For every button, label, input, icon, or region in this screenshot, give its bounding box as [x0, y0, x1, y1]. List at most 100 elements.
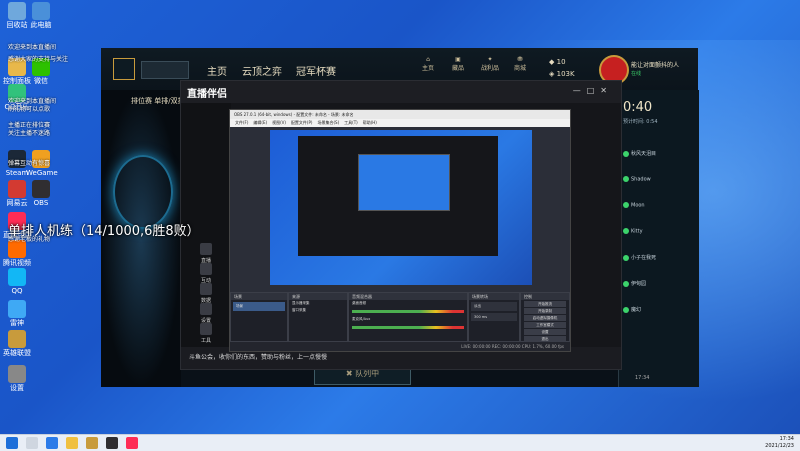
friend-item[interactable]: Shadow [623, 176, 651, 183]
app-icon [32, 2, 50, 20]
app-icon [8, 300, 26, 318]
live-assistant-title: 直播伴侣 [187, 89, 227, 100]
audio-mixer-dock[interactable]: 音频混合器 桌面音频 麦克风/Aux [348, 292, 468, 342]
live-assistant-header: 直播伴侣 —□✕ [181, 81, 621, 103]
start-icon[interactable] [6, 437, 18, 449]
play-button[interactable] [141, 61, 189, 79]
obs-nested-preview [298, 136, 498, 256]
desktop-icon-label: 此电脑 [30, 21, 52, 29]
obs-menu-item[interactable]: 帮助(H) [363, 120, 377, 125]
app-icon [8, 268, 26, 286]
obs-control-button[interactable]: 启动虚拟摄像机 [524, 315, 566, 321]
friend-item[interactable]: 秋风天泪目 [623, 150, 656, 157]
friend-item[interactable]: Moon [623, 202, 645, 209]
desktop-icon[interactable]: 英雄联盟 [2, 330, 32, 357]
app-icon [8, 180, 26, 198]
obs-control-button[interactable]: 开始推流 [524, 301, 566, 307]
taskbar-clock[interactable]: 17:34 2021/12/23 [765, 436, 794, 450]
obs-menu-item[interactable]: 编辑(E) [253, 120, 267, 125]
friend-item[interactable]: 伊甸园 [623, 280, 646, 287]
friend-item[interactable]: 魔幻 [623, 306, 641, 313]
league-taskbar-icon[interactable] [86, 437, 98, 449]
desktop-icon[interactable]: OBS [26, 180, 56, 207]
desktop-icon-label: OBS [33, 199, 49, 207]
desktop-icon-label: 英雄联盟 [3, 349, 31, 357]
window-controls-icon[interactable]: —□✕ [573, 86, 613, 95]
desktop-icon[interactable]: 此电脑 [26, 2, 56, 29]
scene-item[interactable]: 场景 [233, 302, 285, 311]
friend-item[interactable]: 小子在我死 [623, 254, 656, 261]
live-sidebar-item[interactable]: 数据 [185, 283, 227, 304]
obs-preview[interactable] [270, 130, 532, 285]
source-item[interactable]: 窗口采集 [289, 307, 347, 314]
overlay-line: 刷礼物可以点歌 [8, 106, 51, 113]
obs-menu-item[interactable]: 工具(T) [344, 120, 358, 125]
social-panel: 0:40 预计时间: 0:54 秋风天泪目 Shadow Moon Kitty 小子在我… [618, 90, 699, 387]
queue-timer: 0:40 [623, 100, 653, 115]
obs-window[interactable]: OBS 27.0.1 (64-bit, windows) - 配置文件: 未命名… [229, 109, 571, 352]
search-icon[interactable] [26, 437, 38, 449]
mic-audio-meter[interactable] [352, 326, 464, 329]
sidebar-item-icon [200, 283, 212, 295]
obs-menu-item[interactable]: 文件(F) [235, 120, 248, 125]
live-sidebar-item[interactable]: 直播 [185, 243, 227, 264]
store-icon[interactable]: ⛃ 商城 [511, 56, 529, 72]
folder-icon[interactable] [66, 437, 78, 449]
desktop-icon[interactable]: 雷神 [2, 300, 32, 327]
friend-item[interactable]: Kitty [623, 228, 643, 235]
desktop-icon-label: QQ [11, 287, 23, 295]
riot-points: ◈ 103K [549, 70, 575, 78]
transition-select[interactable]: 淡出 [471, 302, 517, 311]
scenes-dock[interactable]: 场景 场景 [230, 292, 288, 342]
mixer-desktop-label: 桌面音频 [352, 301, 366, 305]
nav-home-icon[interactable]: ⌂ 主页 [419, 56, 437, 72]
overlay-line: 欢迎来到本直播间 [8, 44, 57, 51]
nav-home[interactable]: 主页 [207, 63, 227, 78]
desktop-icon[interactable]: 设置 [2, 365, 32, 392]
app-icon [32, 180, 50, 198]
obs-taskbar-icon[interactable] [106, 437, 118, 449]
overlay-line: 感谢大家的支持与关注 [8, 56, 69, 63]
obs-menu-item[interactable]: 场景集合(S) [317, 120, 339, 125]
sources-dock[interactable]: 来源 显示器采集 窗口采集 [288, 292, 348, 342]
app-icon [8, 330, 26, 348]
stream-caption: 单排人机练（14/1000,6胜8败） [8, 224, 200, 239]
collection-icon[interactable]: ▣ 藏品 [449, 56, 467, 72]
live-sidebar-item[interactable]: 工具 [185, 323, 227, 344]
duration-field[interactable]: 300 ms [471, 313, 517, 321]
app-icon [8, 365, 26, 383]
loot-icon[interactable]: ✦ 战利品 [479, 56, 501, 72]
desktop-icon-label: 雷神 [10, 319, 24, 327]
obs-titlebar: OBS 27.0.1 (64-bit, windows) - 配置文件: 未命名… [230, 110, 570, 119]
live-sidebar-item[interactable]: 互动 [185, 263, 227, 284]
live-sidebar-item[interactable]: 设置 [185, 303, 227, 324]
blue-essence: ◆ 10 [549, 58, 566, 66]
edge-icon[interactable] [46, 437, 58, 449]
obs-control-button[interactable]: 工作室模式 [524, 322, 566, 328]
desktop-icon[interactable]: 腾讯视频 [2, 240, 32, 267]
overlay-line: 欢迎来到本直播间 [8, 98, 57, 105]
obs-control-button[interactable]: 设置 [524, 329, 566, 335]
client-tray-time: 17:34 [635, 375, 650, 381]
live-taskbar-icon[interactable] [126, 437, 138, 449]
queue-estimate: 预计时间: 0:54 [623, 119, 658, 125]
desktop-icon[interactable]: QQ [2, 268, 32, 295]
league-logo-icon [113, 58, 135, 80]
desktop-icon-label: 腾讯视频 [3, 259, 31, 267]
overlay-line: 关注主播不迷路 [8, 130, 51, 137]
obs-menu-item[interactable]: 配置文件(P) [291, 120, 313, 125]
obs-control-button[interactable]: 开始录制 [524, 308, 566, 314]
nav-clash[interactable]: 冠军杯赛 [296, 63, 336, 78]
controls-dock[interactable]: 控制 开始推流 开始录制 启动虚拟摄像机 工作室模式 设置 退出 [520, 292, 570, 342]
taskbar: 17:34 2021/12/23 [0, 434, 800, 451]
overlay-line: 主播正在排位赛 [8, 122, 51, 129]
nav-tft[interactable]: 云顶之弈 [242, 63, 282, 78]
desktop-audio-meter[interactable] [352, 310, 464, 313]
obs-menu-item[interactable]: 视图(V) [272, 120, 286, 125]
obs-menubar: 文件(F) 编辑(E) 视图(V) 配置文件(P) 场景集合(S) 工具(T) 帮助(H) [230, 119, 570, 127]
desktop-icon-label: WeGame [26, 169, 58, 177]
app-icon [8, 2, 26, 20]
transitions-dock[interactable]: 场景转场 淡出 300 ms [468, 292, 520, 342]
source-item[interactable]: 显示器采集 [289, 300, 347, 307]
summoner-name: 能让对面颤抖的人 [631, 62, 680, 69]
